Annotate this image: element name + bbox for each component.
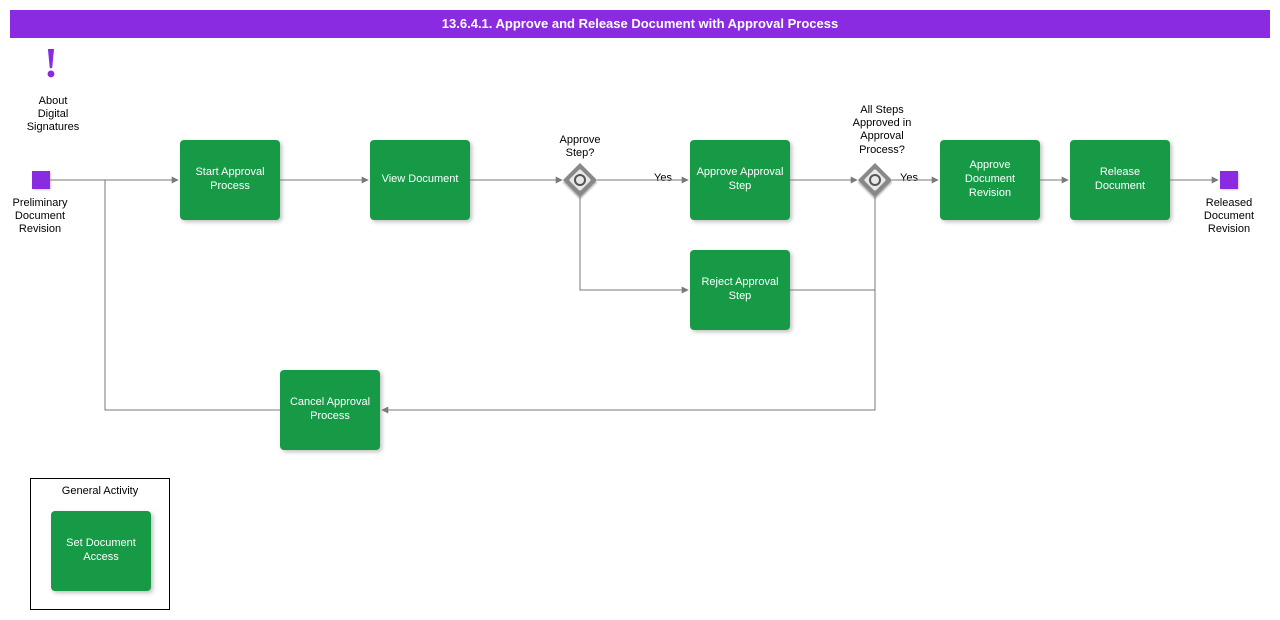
exclamation-icon: !	[44, 40, 58, 88]
activity-approve-revision[interactable]: Approve Document Revision	[940, 140, 1040, 220]
edges-layer	[0, 0, 1280, 620]
diagram-canvas: 13.6.4.1. Approve and Release Document w…	[0, 0, 1280, 620]
activity-label: Start Approval Process	[186, 166, 274, 194]
gateway-marker-icon	[867, 172, 884, 189]
gateway-marker-icon	[572, 172, 589, 189]
gateway-approve-step[interactable]	[563, 163, 597, 197]
activity-set-access[interactable]: Set Document Access	[51, 511, 151, 591]
end-event-label: Released Document Revision	[1196, 197, 1262, 237]
gateway-all-approved-label: All Steps Approved in Approval Process?	[842, 104, 922, 157]
activity-label: Set Document Access	[57, 537, 145, 565]
activity-label: Approve Document Revision	[946, 159, 1034, 200]
start-event-label: Preliminary Document Revision	[4, 197, 76, 237]
activity-approve-step[interactable]: Approve Approval Step	[690, 140, 790, 220]
edge-label-yes-1: Yes	[654, 172, 672, 184]
activity-label: Cancel Approval Process	[286, 396, 374, 424]
activity-cancel-approval[interactable]: Cancel Approval Process	[280, 370, 380, 450]
activity-label: Approve Approval Step	[696, 166, 784, 194]
info-label: About Digital Signatures	[18, 95, 88, 135]
activity-start-approval[interactable]: Start Approval Process	[180, 140, 280, 220]
activity-reject-step[interactable]: Reject Approval Step	[690, 250, 790, 330]
gateway-approve-step-label: Approve Step?	[546, 134, 614, 160]
activity-label: Reject Approval Step	[696, 276, 784, 304]
end-event[interactable]	[1220, 171, 1238, 189]
activity-view-document[interactable]: View Document	[370, 140, 470, 220]
group-general-activity: General Activity Set Document Access	[30, 478, 170, 610]
activity-release-document[interactable]: Release Document	[1070, 140, 1170, 220]
activity-label: View Document	[382, 173, 459, 187]
edge-label-yes-2: Yes	[900, 172, 918, 184]
group-title: General Activity	[31, 485, 169, 497]
activity-label: Release Document	[1076, 166, 1164, 194]
gateway-all-approved[interactable]	[858, 163, 892, 197]
page-title: 13.6.4.1. Approve and Release Document w…	[10, 10, 1270, 38]
start-event[interactable]	[32, 171, 50, 189]
